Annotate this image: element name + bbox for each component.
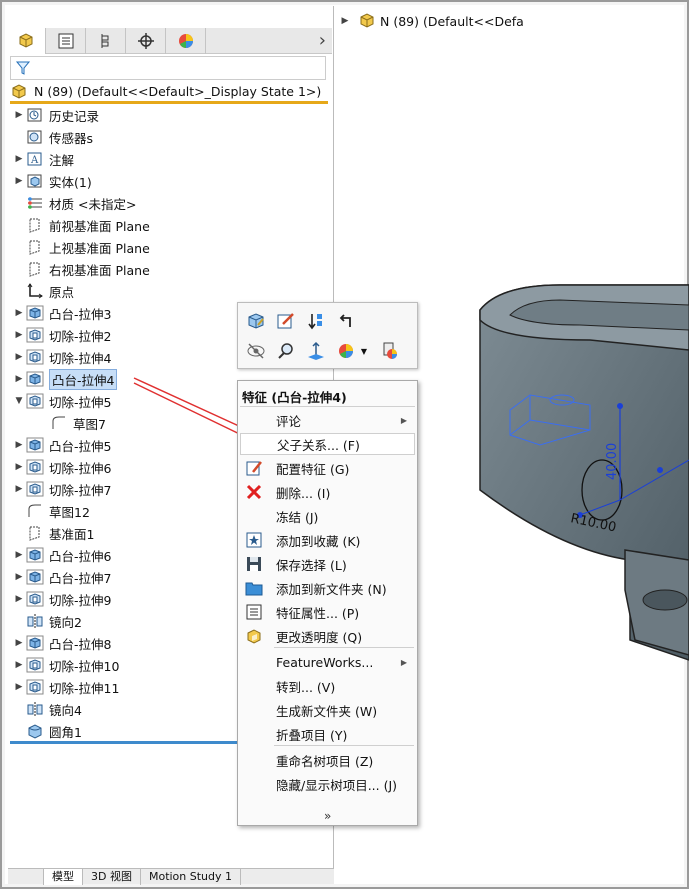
- menu-item[interactable]: 删除... (I): [240, 481, 415, 503]
- menu-item[interactable]: 父子关系... (F): [240, 433, 415, 455]
- menu-item-label: 重命名树项目 (Z): [276, 753, 374, 769]
- rollback-button[interactable]: [304, 309, 328, 333]
- menu-icon-placeholder: [244, 751, 264, 769]
- menu-item-label: 配置特征 (G): [276, 461, 350, 477]
- menu-item-label: 更改透明度 (Q): [276, 629, 363, 645]
- dropdown-icon: ▼: [360, 346, 368, 356]
- appearance-edit-icon: [383, 342, 397, 359]
- menu-icon-placeholder: [244, 507, 264, 525]
- menu-item-label: FeatureWorks...: [276, 654, 374, 670]
- menu-item-label: 添加到收藏 (K): [276, 533, 361, 549]
- menu-item-label: 隐藏/显示树项目... (J): [276, 777, 398, 793]
- menu-icon-placeholder: [244, 677, 264, 695]
- menu-item[interactable]: 添加到新文件夹 (N): [240, 577, 415, 599]
- menu-item-label: 转到... (V): [276, 679, 336, 695]
- favorite-icon: [244, 531, 264, 549]
- menu-icon-placeholder: [244, 701, 264, 719]
- normal-to-button[interactable]: [304, 339, 328, 363]
- parent-child-icon: [339, 314, 351, 327]
- menu-item[interactable]: FeatureWorks... ▶: [240, 651, 415, 673]
- save-selection-icon: [244, 555, 264, 573]
- menu-icon-placeholder: [244, 775, 264, 793]
- appearance-edit-button[interactable]: [378, 339, 402, 363]
- configure-feature-icon: [244, 459, 264, 477]
- folder-icon: [244, 579, 264, 597]
- menu-separator: [274, 647, 414, 648]
- context-menu-title: 特征 (凸台-拉伸4): [242, 390, 347, 405]
- menu-icon-placeholder: [245, 435, 265, 453]
- menu-item[interactable]: 隐藏/显示树项目... (J): [240, 773, 415, 795]
- menu-item[interactable]: 冻结 (J): [240, 505, 415, 527]
- menu-icon-placeholder: [244, 725, 264, 743]
- hide-button[interactable]: [244, 339, 268, 363]
- menu-item-label: 生成新文件夹 (W): [276, 703, 378, 719]
- edit-feature-icon: [248, 313, 264, 329]
- edit-sketch-button[interactable]: [274, 309, 298, 333]
- context-toolbar: ▼: [237, 302, 418, 369]
- parent-child-button[interactable]: [334, 309, 358, 333]
- rollback-icon: [308, 314, 322, 330]
- menu-item-label: 保存选择 (L): [276, 557, 347, 573]
- submenu-arrow-icon: ▶: [400, 657, 407, 667]
- context-menu: 特征 (凸台-拉伸4) 评论 ▶ 父子关系... (F) 配置特征 (G) 删除... …: [237, 380, 418, 826]
- hide-icon: [247, 343, 265, 359]
- menu-item[interactable]: 更改透明度 (Q): [240, 625, 415, 647]
- menu-item[interactable]: 配置特征 (G): [240, 457, 415, 479]
- normal-to-icon: [308, 341, 324, 360]
- appearance-button[interactable]: [334, 339, 358, 363]
- edit-sketch-icon: [277, 313, 294, 329]
- menu-item-label: 评论: [276, 413, 302, 429]
- menu-item-label: 添加到新文件夹 (N): [276, 581, 387, 597]
- menu-item-label: 父子关系... (F): [277, 437, 360, 453]
- menu-item[interactable]: 转到... (V): [240, 675, 415, 697]
- menu-item[interactable]: 重命名树项目 (Z): [240, 749, 415, 771]
- zoom-to-selection-button[interactable]: [274, 339, 298, 363]
- menu-item-label: 冻结 (J): [276, 509, 319, 525]
- properties-icon: [244, 603, 264, 621]
- more-items-button[interactable]: »: [324, 809, 331, 823]
- menu-item-label: 删除... (I): [276, 485, 331, 501]
- menu-item-label: 折叠项目 (Y): [276, 727, 348, 743]
- menu-item[interactable]: 保存选择 (L): [240, 553, 415, 575]
- menu-item[interactable]: 添加到收藏 (K): [240, 529, 415, 551]
- appearance-dropdown[interactable]: ▼: [358, 339, 370, 363]
- edit-feature-button[interactable]: [244, 309, 268, 333]
- menu-icon-placeholder: [244, 653, 264, 671]
- menu-item[interactable]: 生成新文件夹 (W): [240, 699, 415, 721]
- menu-item-label: 特征属性... (P): [276, 605, 360, 621]
- menu-icon-placeholder: [244, 411, 264, 429]
- delete-icon: [244, 483, 264, 501]
- transparency-icon: [244, 627, 264, 645]
- menu-item[interactable]: 评论 ▶: [240, 409, 415, 431]
- menu-item[interactable]: 折叠项目 (Y): [240, 723, 415, 745]
- submenu-arrow-icon: ▶: [400, 415, 407, 425]
- menu-separator: [274, 745, 414, 746]
- menu-item[interactable]: 特征属性... (P): [240, 601, 415, 623]
- zoom-to-selection-icon: [278, 343, 293, 359]
- appearance-icon: [339, 344, 353, 358]
